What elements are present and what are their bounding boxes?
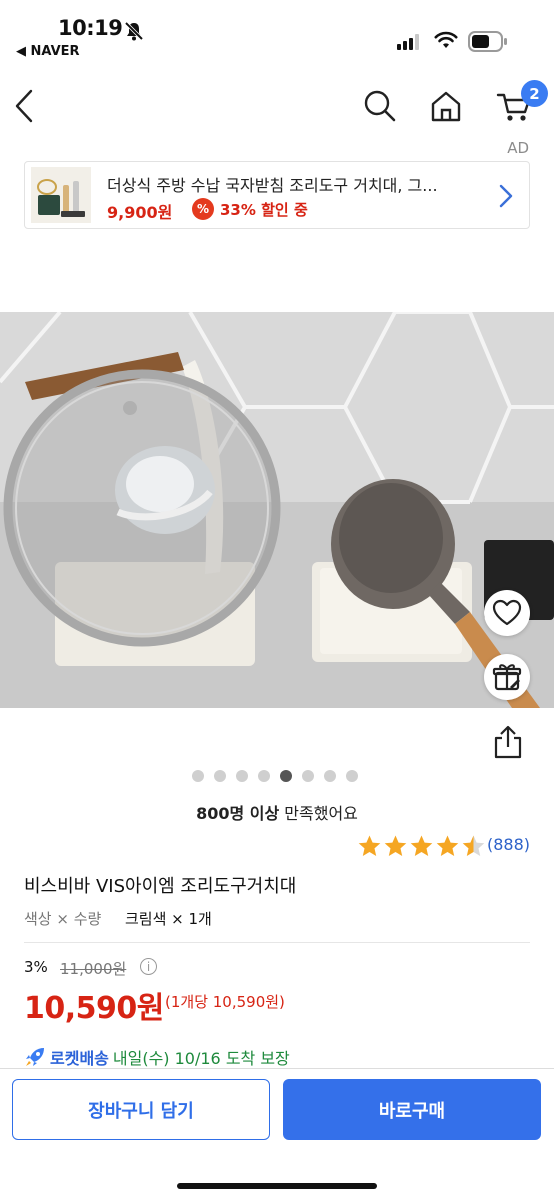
delivery-info: 로켓배송 내일(수) 10/16 도착 보장 bbox=[24, 1045, 290, 1069]
gift-rocket-icon bbox=[492, 664, 522, 691]
sale-price: 10,590원 bbox=[24, 991, 164, 1026]
review-count-link[interactable]: (888) bbox=[487, 835, 530, 854]
carousel-dot[interactable] bbox=[214, 770, 226, 782]
carousel-dot[interactable] bbox=[302, 770, 314, 782]
gift-button[interactable] bbox=[484, 654, 530, 700]
home-indicator[interactable] bbox=[177, 1183, 377, 1189]
satisfaction-count: 800명 이상 bbox=[196, 804, 280, 823]
rating-stars[interactable] bbox=[357, 834, 486, 859]
search-button[interactable] bbox=[360, 86, 400, 126]
rocket-icon bbox=[26, 1048, 44, 1066]
ad-label: AD bbox=[507, 139, 529, 157]
ad-product-thumbnail bbox=[31, 167, 91, 223]
buy-now-button[interactable]: 바로구매 bbox=[283, 1079, 541, 1140]
share-icon bbox=[494, 725, 522, 759]
satisfaction-text: 800명 이상 만족했어요 bbox=[0, 800, 554, 824]
star-icon bbox=[358, 835, 381, 856]
back-to-app-label[interactable]: ◀ NAVER bbox=[16, 44, 80, 59]
original-price: 11,000원 bbox=[60, 960, 127, 978]
satisfaction-suffix: 만족했어요 bbox=[279, 804, 358, 823]
info-icon[interactable]: i bbox=[140, 958, 157, 975]
carousel-indicator[interactable] bbox=[192, 770, 358, 782]
home-button[interactable] bbox=[426, 86, 466, 126]
chevron-left-icon bbox=[15, 89, 33, 123]
ad-title: 더상식 주방 수납 국자받침 조리도구 거치대, 그... bbox=[107, 176, 438, 195]
star-icon bbox=[410, 835, 433, 856]
carousel-dot[interactable] bbox=[236, 770, 248, 782]
search-icon bbox=[364, 90, 396, 122]
discount-badge-icon: % bbox=[192, 198, 214, 220]
wifi-icon bbox=[434, 31, 458, 48]
bottom-action-bar: 장바구니 담기 바로구매 bbox=[0, 1068, 554, 1201]
discount-rate: 3% bbox=[24, 958, 48, 976]
carousel-dot[interactable] bbox=[280, 770, 292, 782]
product-title: 비스비바 VIS아이엠 조리도구거치대 bbox=[24, 876, 297, 897]
carousel-dot[interactable] bbox=[324, 770, 336, 782]
star-icon bbox=[462, 835, 485, 856]
carousel-dot[interactable] bbox=[346, 770, 358, 782]
star-icon bbox=[436, 835, 459, 856]
carousel-dot[interactable] bbox=[192, 770, 204, 782]
ad-price: 9,900원 bbox=[107, 203, 173, 222]
ad-banner[interactable]: 더상식 주방 수납 국자받침 조리도구 거치대, 그... 9,900원 % 3… bbox=[24, 161, 530, 229]
delivery-date-text: 내일(수) 10/16 도착 보장 bbox=[112, 1049, 290, 1068]
wishlist-button[interactable] bbox=[484, 590, 530, 636]
chevron-right-icon bbox=[499, 184, 513, 208]
signal-icon bbox=[397, 34, 419, 50]
cart-count-badge: 2 bbox=[521, 80, 548, 107]
divider bbox=[24, 942, 530, 943]
option-label: 색상 × 수량 bbox=[24, 910, 102, 928]
battery-icon bbox=[468, 31, 507, 52]
unit-price: (1개당 10,590원) bbox=[165, 993, 285, 1011]
home-icon bbox=[431, 91, 461, 122]
bell-muted-icon bbox=[124, 21, 144, 41]
status-time: 10:19 bbox=[58, 16, 123, 40]
carousel-dot[interactable] bbox=[258, 770, 270, 782]
add-to-cart-button[interactable]: 장바구니 담기 bbox=[12, 1079, 270, 1140]
rocket-delivery-label: 로켓배송 bbox=[50, 1049, 109, 1068]
star-icon bbox=[384, 835, 407, 856]
heart-icon bbox=[492, 599, 522, 626]
option-value[interactable]: 크림색 × 1개 bbox=[125, 908, 212, 929]
product-image-carousel[interactable] bbox=[0, 312, 554, 708]
product-photo bbox=[0, 312, 554, 708]
share-button[interactable] bbox=[488, 722, 528, 762]
back-button[interactable] bbox=[6, 86, 42, 126]
ad-discount-text: 33% 할인 중 bbox=[220, 201, 308, 219]
